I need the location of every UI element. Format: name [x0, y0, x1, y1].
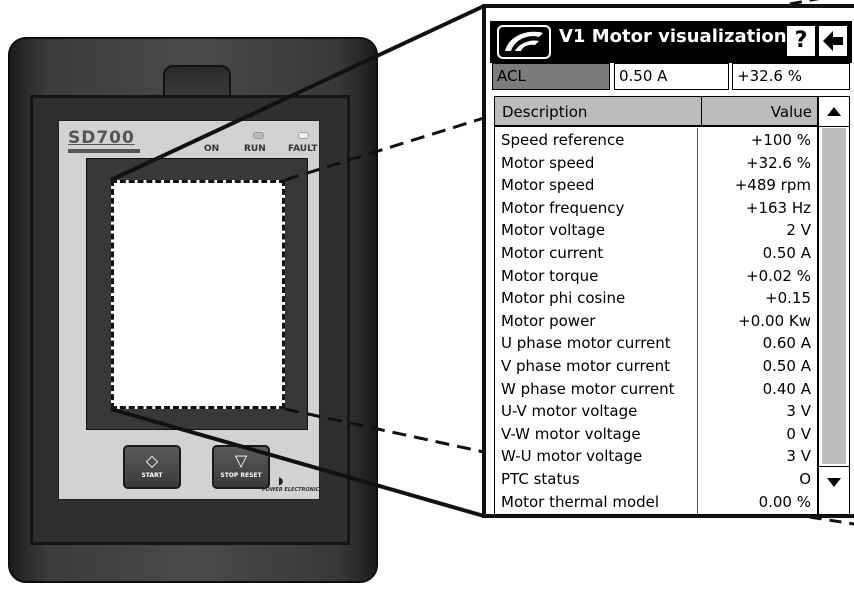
row-description: Motor voltage: [501, 221, 606, 240]
brand-logo: SD700: [68, 128, 135, 148]
table-row[interactable]: Motor speed +32.6 %: [495, 152, 817, 174]
run-led-indicator: [253, 132, 264, 139]
row-description: PTC status: [501, 470, 580, 488]
current-status-field: 0.50 A: [614, 63, 729, 90]
row-description: V-W motor voltage: [501, 424, 641, 443]
row-description: V phase motor current: [501, 357, 670, 375]
row-value: 0.50 A: [762, 357, 811, 375]
row-value: 0.40 A: [762, 379, 811, 398]
row-value: +0.00 Kw: [738, 311, 811, 330]
row-description: Speed reference: [501, 131, 625, 149]
row-description: Motor speed: [501, 176, 595, 195]
table-row[interactable]: V phase motor current 0.50 A: [495, 355, 817, 377]
column-header-value: Value: [770, 103, 812, 121]
row-description: Motor speed: [501, 153, 595, 172]
speed-status-field: +32.6 %: [732, 63, 850, 90]
scroll-up-arrow-icon[interactable]: [819, 97, 849, 127]
table-row[interactable]: V-W motor voltage 0 V: [495, 423, 817, 445]
row-description: W phase motor current: [501, 379, 675, 398]
table-row[interactable]: U-V motor voltage 3 V: [495, 400, 817, 422]
row-description: Motor power: [501, 311, 596, 330]
app-logo-icon: [497, 25, 551, 59]
row-value: 0 V: [786, 424, 811, 443]
led-run-label: RUN: [244, 144, 266, 154]
start-icon: ◇: [145, 451, 159, 470]
row-value: 3 V: [786, 402, 811, 421]
screen-title: V1 Motor visualization: [559, 26, 787, 47]
scroll-down-arrow-icon[interactable]: [819, 466, 849, 496]
row-value: +0.15: [765, 289, 811, 308]
start-button[interactable]: ◇ START: [123, 445, 181, 489]
display-screen: [111, 180, 285, 409]
table-row[interactable]: Motor voltage 2 V: [495, 219, 817, 241]
row-value: +100 %: [750, 131, 811, 149]
row-description: Motor thermal model: [501, 492, 660, 511]
row-description: U-V motor voltage: [501, 402, 638, 421]
row-description: Motor current: [501, 244, 604, 262]
fault-led-indicator: [298, 132, 309, 139]
table-row[interactable]: PTC status O: [495, 468, 817, 490]
row-value: 0.50 A: [762, 244, 811, 262]
brand-logo-bar: [68, 149, 140, 153]
row-value: +0.02 %: [746, 266, 811, 285]
row-value: +489 rpm: [734, 176, 811, 195]
stop-icon: ▽: [234, 451, 248, 470]
table-row[interactable]: Motor torque +0.02 %: [495, 265, 817, 287]
table-row[interactable]: Motor frequency +163 Hz: [495, 197, 817, 219]
table-row[interactable]: Motor power +0.00 Kw: [495, 310, 817, 332]
scrollbar-thumb[interactable]: [822, 128, 846, 464]
table-row[interactable]: Motor phi cosine +0.15: [495, 287, 817, 309]
table-row[interactable]: W phase motor current 0.40 A: [495, 378, 817, 400]
start-button-label: START: [141, 472, 163, 479]
table-row[interactable]: U phase motor current 0.60 A: [495, 332, 817, 354]
manufacturer-logo-icon: ◗: [278, 476, 284, 487]
row-value: 2 V: [786, 221, 811, 240]
row-description: U phase motor current: [501, 334, 671, 353]
table-row[interactable]: Speed reference +100 %: [495, 129, 817, 151]
row-description: W-U motor voltage: [501, 447, 643, 466]
led-on-label: ON: [204, 144, 220, 154]
row-description: Motor phi cosine: [501, 289, 626, 308]
row-description: Motor frequency: [501, 198, 625, 217]
stop-reset-button-label: STOP RESET: [220, 472, 262, 479]
table-row[interactable]: Motor speed +489 rpm: [495, 174, 817, 196]
help-button[interactable]: ?: [787, 26, 815, 56]
row-value: +163 Hz: [745, 198, 811, 217]
row-value: 3 V: [786, 447, 811, 466]
back-arrow-icon[interactable]: [819, 26, 847, 56]
mode-status-field: ACL: [492, 63, 610, 90]
row-value: +32.6 %: [746, 153, 811, 172]
row-value: O: [799, 470, 811, 488]
row-value: 0.60 A: [762, 334, 811, 353]
column-header-description: Description: [502, 103, 588, 121]
table-row[interactable]: W-U motor voltage 3 V: [495, 445, 817, 467]
stop-reset-button[interactable]: ▽ STOP RESET: [212, 445, 270, 489]
led-fault-label: FAULT: [288, 144, 318, 154]
row-description: Motor torque: [501, 266, 599, 285]
table-row[interactable]: Motor thermal model 0.00 %: [495, 491, 817, 513]
table-row[interactable]: Motor current 0.50 A: [495, 242, 817, 264]
row-value: 0.00 %: [758, 492, 811, 511]
device-top-clip: [163, 65, 231, 99]
manufacturer-name: POWER ELECTRONICS: [262, 487, 323, 493]
